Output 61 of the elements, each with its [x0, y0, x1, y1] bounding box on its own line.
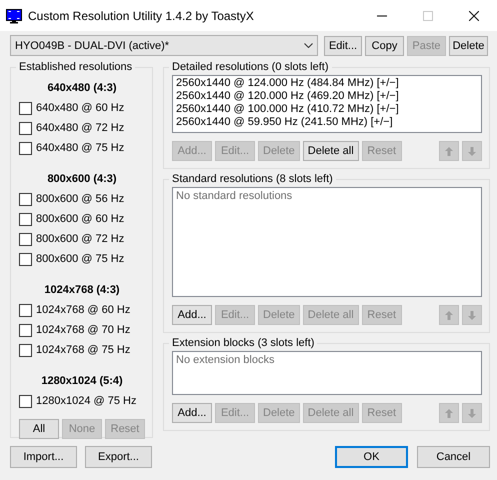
checkbox[interactable]	[19, 232, 32, 246]
device-button[interactable]: Edit...	[324, 36, 362, 56]
checkbox[interactable]	[19, 304, 32, 316]
window-title: Custom Resolution Utility 1.4.2 by ToastyX	[28, 8, 255, 22]
list-button[interactable]: Add...	[172, 403, 212, 423]
empty-list-text: No extension blocks	[176, 353, 276, 367]
group-title: Extension blocks (3 slots left)	[171, 337, 316, 349]
checkbox-label: 800x600 @ 56 Hz	[36, 193, 124, 205]
group-heading: 1024x768 (4:3)	[43, 283, 121, 298]
checkbox[interactable]	[19, 344, 32, 356]
dialog-button[interactable]: OK	[335, 446, 408, 468]
checkbox-label: 1024x768 @ 75 Hz	[36, 344, 130, 356]
list-item[interactable]: 2560x1440 @ 124.000 Hz (484.84 MHz) [+/−]	[176, 77, 478, 90]
list-item[interactable]: 2560x1440 @ 120.000 Hz (469.20 MHz) [+/−]	[176, 90, 478, 103]
checkbox-label: 1024x768 @ 60 Hz	[36, 304, 130, 316]
group-button[interactable]: All	[19, 419, 59, 439]
resolution-list[interactable]: 2560x1440 @ 124.000 Hz (484.84 MHz) [+/−] 2560x1440 @ 120.000 Hz (469.20 MHz) [+/−] 2560x1440 @ 100.000 Hz (410.72 MHz) [+/−] 2560x1440 @ 59.950 Hz (241.50 MHz) [+/−]	[172, 75, 482, 133]
checkbox[interactable]	[19, 212, 32, 226]
close-icon[interactable]	[469, 10, 479, 20]
checkbox-label: 800x600 @ 60 Hz	[36, 213, 124, 225]
checkbox-label: 640x480 @ 75 Hz	[36, 142, 124, 154]
list-item[interactable]: 2560x1440 @ 59.950 Hz (241.50 MHz) [+/−]	[176, 116, 478, 129]
group-heading: 800x600 (4:3)	[46, 172, 118, 187]
dialog-button[interactable]: Import...	[10, 446, 77, 468]
checkbox-label: 640x480 @ 72 Hz	[36, 122, 124, 134]
group-title: Detailed resolutions (0 slots left)	[171, 61, 330, 73]
dialog-button[interactable]: Export...	[85, 446, 152, 468]
device-button[interactable]: Delete	[449, 36, 488, 56]
chevron-icon	[304, 43, 313, 48]
checkbox[interactable]	[19, 142, 32, 154]
device-dropdown[interactable]: HYO049B - DUAL-DVI (active)*	[10, 35, 318, 56]
checkbox[interactable]	[19, 102, 32, 114]
list-button[interactable]: Add...	[172, 305, 212, 325]
checkbox-label: 640x480 @ 60 Hz	[36, 102, 124, 114]
checkbox[interactable]	[19, 122, 32, 134]
checkbox-label: 1280x1024 @ 75 Hz	[36, 395, 136, 407]
checkbox[interactable]	[19, 252, 32, 266]
group-title: Standard resolutions (8 slots left)	[171, 173, 334, 185]
resolution-list[interactable]: No extension blocks	[172, 351, 482, 395]
checkbox[interactable]	[19, 192, 32, 206]
device-button[interactable]: Copy	[365, 36, 404, 56]
group-title: Established resolutions	[18, 61, 134, 73]
group-heading: 640x480 (4:3)	[46, 81, 118, 96]
checkbox-label: 1024x768 @ 70 Hz	[36, 324, 130, 336]
empty-list-text: No standard resolutions	[176, 189, 294, 203]
checkbox-label: 800x600 @ 75 Hz	[36, 253, 124, 265]
checkbox[interactable]	[19, 324, 32, 336]
down-arrow-icon	[467, 310, 477, 320]
checkbox[interactable]	[19, 394, 32, 408]
resolution-list[interactable]: No standard resolutions	[172, 187, 482, 297]
down-arrow-icon	[467, 146, 477, 156]
monitor-icon	[6, 8, 22, 24]
up-arrow-icon	[444, 310, 454, 320]
dialog-button[interactable]: Cancel	[417, 446, 490, 468]
up-arrow-icon	[444, 408, 454, 418]
list-item[interactable]: 2560x1440 @ 100.000 Hz (410.72 MHz) [+/−]	[176, 103, 478, 116]
checkbox-label: 800x600 @ 72 Hz	[36, 233, 124, 245]
group-heading: 1280x1024 (5:4)	[40, 374, 124, 389]
up-arrow-icon	[444, 146, 454, 156]
list-button[interactable]: Delete all	[302, 141, 359, 161]
down-arrow-icon	[467, 408, 477, 418]
